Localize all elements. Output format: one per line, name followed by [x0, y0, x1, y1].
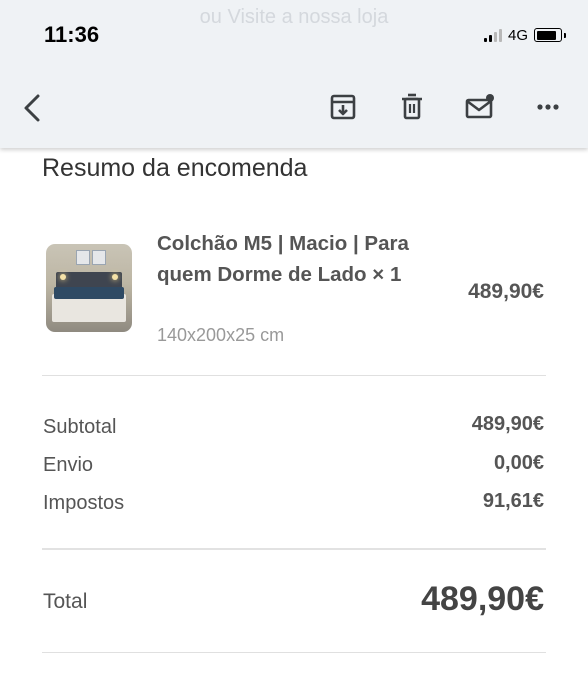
battery-icon [534, 28, 566, 42]
more-icon[interactable] [534, 92, 564, 122]
product-thumbnail [46, 244, 132, 332]
product-name: Colchão M5 | Macio | Para quem Dorme de … [157, 232, 409, 286]
taxes-value: 91,61€ [482, 490, 544, 512]
chevron-left-icon[interactable] [20, 92, 44, 124]
shipping-value: 0,00€ [493, 452, 544, 474]
product-variant: 140x200x25 cm [157, 325, 285, 345]
product-price: 489,90€ [468, 280, 544, 303]
bed-throw-shape [54, 287, 124, 299]
wall-art-decoration [76, 250, 90, 265]
lamp-glow [112, 274, 118, 280]
lamp-glow [60, 274, 66, 280]
status-time: 11:36 [44, 22, 100, 47]
section-title: Resumo da encomenda [42, 154, 308, 182]
divider [42, 375, 546, 376]
status-indicators: 4G [483, 26, 566, 44]
mail-unread-icon[interactable] [465, 92, 495, 122]
wall-art-decoration [92, 250, 106, 265]
divider [42, 652, 546, 653]
shipping-label: Envio [43, 454, 94, 476]
trash-icon[interactable] [397, 92, 427, 122]
taxes-label: Impostos [43, 492, 125, 514]
divider [42, 548, 546, 550]
mail-toolbar: ou Visite a nossa loja 11:36 4G [0, 0, 588, 148]
subtotal-label: Subtotal [43, 416, 117, 438]
signal-icon [483, 28, 502, 42]
network-type: 4G [507, 26, 528, 44]
total-label: Total [43, 590, 88, 613]
total-value: 489,90€ [421, 580, 544, 618]
archive-icon[interactable] [328, 92, 358, 122]
subtotal-value: 489,90€ [471, 413, 544, 435]
